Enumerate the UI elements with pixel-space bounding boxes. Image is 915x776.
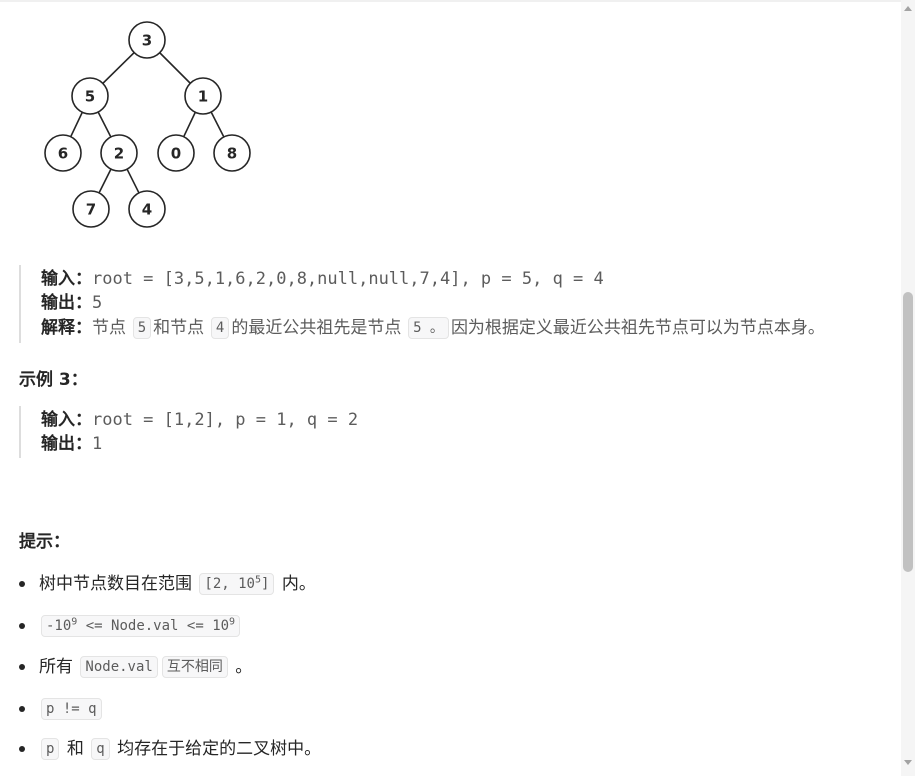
tree-node: 8 bbox=[213, 134, 251, 172]
hint-item-4: p != q bbox=[39, 696, 104, 722]
example-3-title: 示例 3： bbox=[19, 370, 88, 390]
code-part: <= Node.val <= 10 bbox=[77, 618, 230, 634]
output-label: 输出： bbox=[41, 293, 92, 313]
scrollbar-thumb[interactable] bbox=[903, 292, 913, 572]
bullet bbox=[19, 664, 25, 670]
bullet bbox=[19, 623, 25, 629]
tree-node: 6 bbox=[44, 134, 82, 172]
hint-item-1: 树中节点数目在范围 [2, 105] 内。 bbox=[39, 571, 316, 597]
hint-text: 内。 bbox=[281, 574, 316, 594]
example-2-explain-row: 解释：节点 5 和节点 4 的最近公共祖先是节点 5 。因为根据定义最近公共祖先节点… bbox=[41, 316, 825, 340]
example-2-output-row: 输出：5 bbox=[41, 291, 102, 315]
input-label: 输入： bbox=[41, 269, 92, 289]
hints-title: 提示： bbox=[19, 532, 70, 552]
example-2-input-row: 输入：root = [3,5,1,6,2,0,8,null,null,7,4],… bbox=[41, 267, 604, 291]
binary-tree-diagram: 3 5 1 6 2 0 8 7 4 bbox=[44, 21, 251, 228]
hint-text: 和 bbox=[66, 739, 84, 759]
inline-code: 4 bbox=[210, 317, 230, 339]
example-3-input-row: 输入：root = [1,2], p = 1, q = 2 bbox=[41, 408, 358, 432]
explain-text: 因为根据定义最近公共祖先节点可以为节点本身。 bbox=[450, 318, 825, 338]
input-label: 输入： bbox=[41, 410, 92, 430]
tree-node-label: 8 bbox=[227, 145, 237, 163]
tree-node: 2 bbox=[100, 134, 138, 172]
scroll-up-arrow-icon[interactable] bbox=[904, 6, 912, 11]
tree-node: 1 bbox=[184, 77, 222, 115]
output-value: 1 bbox=[92, 434, 103, 454]
code-part: -10 bbox=[46, 618, 72, 634]
tree-node: 7 bbox=[72, 190, 110, 228]
inline-code: 互不相同 bbox=[161, 656, 228, 678]
tree-node-label: 0 bbox=[171, 145, 181, 163]
inline-code: q bbox=[91, 738, 110, 760]
hint-text: 均存在于给定的二叉树中。 bbox=[117, 739, 322, 759]
tree-node-label: 7 bbox=[86, 201, 96, 219]
bullet bbox=[19, 581, 25, 587]
bullet bbox=[19, 746, 25, 752]
inline-code: [2, 105] bbox=[199, 573, 275, 595]
hint-item-5: p 和 q 均存在于给定的二叉树中。 bbox=[39, 736, 321, 762]
input-value: root = [3,5,1,6,2,0,8,null,null,7,4], p … bbox=[92, 269, 604, 289]
tree-node: 0 bbox=[157, 134, 195, 172]
scroll-down-arrow-icon[interactable] bbox=[904, 760, 912, 765]
explain-label: 解释： bbox=[41, 318, 92, 338]
bullet bbox=[19, 706, 25, 712]
output-label: 输出： bbox=[41, 434, 92, 454]
tree-node-label: 3 bbox=[142, 32, 152, 50]
explain-text: 的最近公共祖先是节点 bbox=[231, 318, 402, 338]
code-sup: 9 bbox=[229, 616, 236, 628]
tree-node-label: 1 bbox=[198, 88, 208, 106]
output-value: 5 bbox=[92, 293, 103, 313]
hint-text: 树中节点数目在范围 bbox=[39, 574, 192, 594]
example-3-output-row: 输出：1 bbox=[41, 432, 102, 456]
code-part: [2, 10 bbox=[204, 576, 255, 592]
inline-code: p bbox=[41, 738, 60, 760]
tree-node-label: 2 bbox=[114, 145, 124, 163]
inline-code: -109 <= Node.val <= 109 bbox=[41, 615, 241, 637]
example-2-block: 输入：root = [3,5,1,6,2,0,8,null,null,7,4],… bbox=[19, 265, 881, 343]
hint-item-3: 所有 Node.val 互不相同 。 bbox=[39, 654, 252, 680]
input-value: root = [1,2], p = 1, q = 2 bbox=[92, 410, 359, 430]
tree-node-label: 6 bbox=[58, 145, 68, 163]
example-3-block: 输入：root = [1,2], p = 1, q = 2 输出：1 bbox=[19, 406, 881, 458]
code-part: ] bbox=[261, 576, 270, 592]
inline-code: 5 。 bbox=[408, 317, 449, 339]
tree-node-label: 4 bbox=[142, 201, 152, 219]
inline-code: p != q bbox=[41, 698, 102, 720]
explain-text: 节点 bbox=[92, 318, 126, 338]
hint-text: 。 bbox=[235, 657, 253, 677]
tree-node: 5 bbox=[71, 77, 109, 115]
inline-code: Node.val bbox=[80, 656, 158, 678]
explain-text: 和节点 bbox=[153, 318, 205, 338]
tree-node-label: 5 bbox=[85, 88, 95, 106]
hint-text: 所有 bbox=[39, 657, 73, 677]
tree-node: 3 bbox=[128, 21, 166, 59]
inline-code: 5 bbox=[132, 317, 152, 339]
tree-node: 4 bbox=[128, 190, 166, 228]
hint-item-2: -109 <= Node.val <= 109 bbox=[39, 613, 242, 639]
